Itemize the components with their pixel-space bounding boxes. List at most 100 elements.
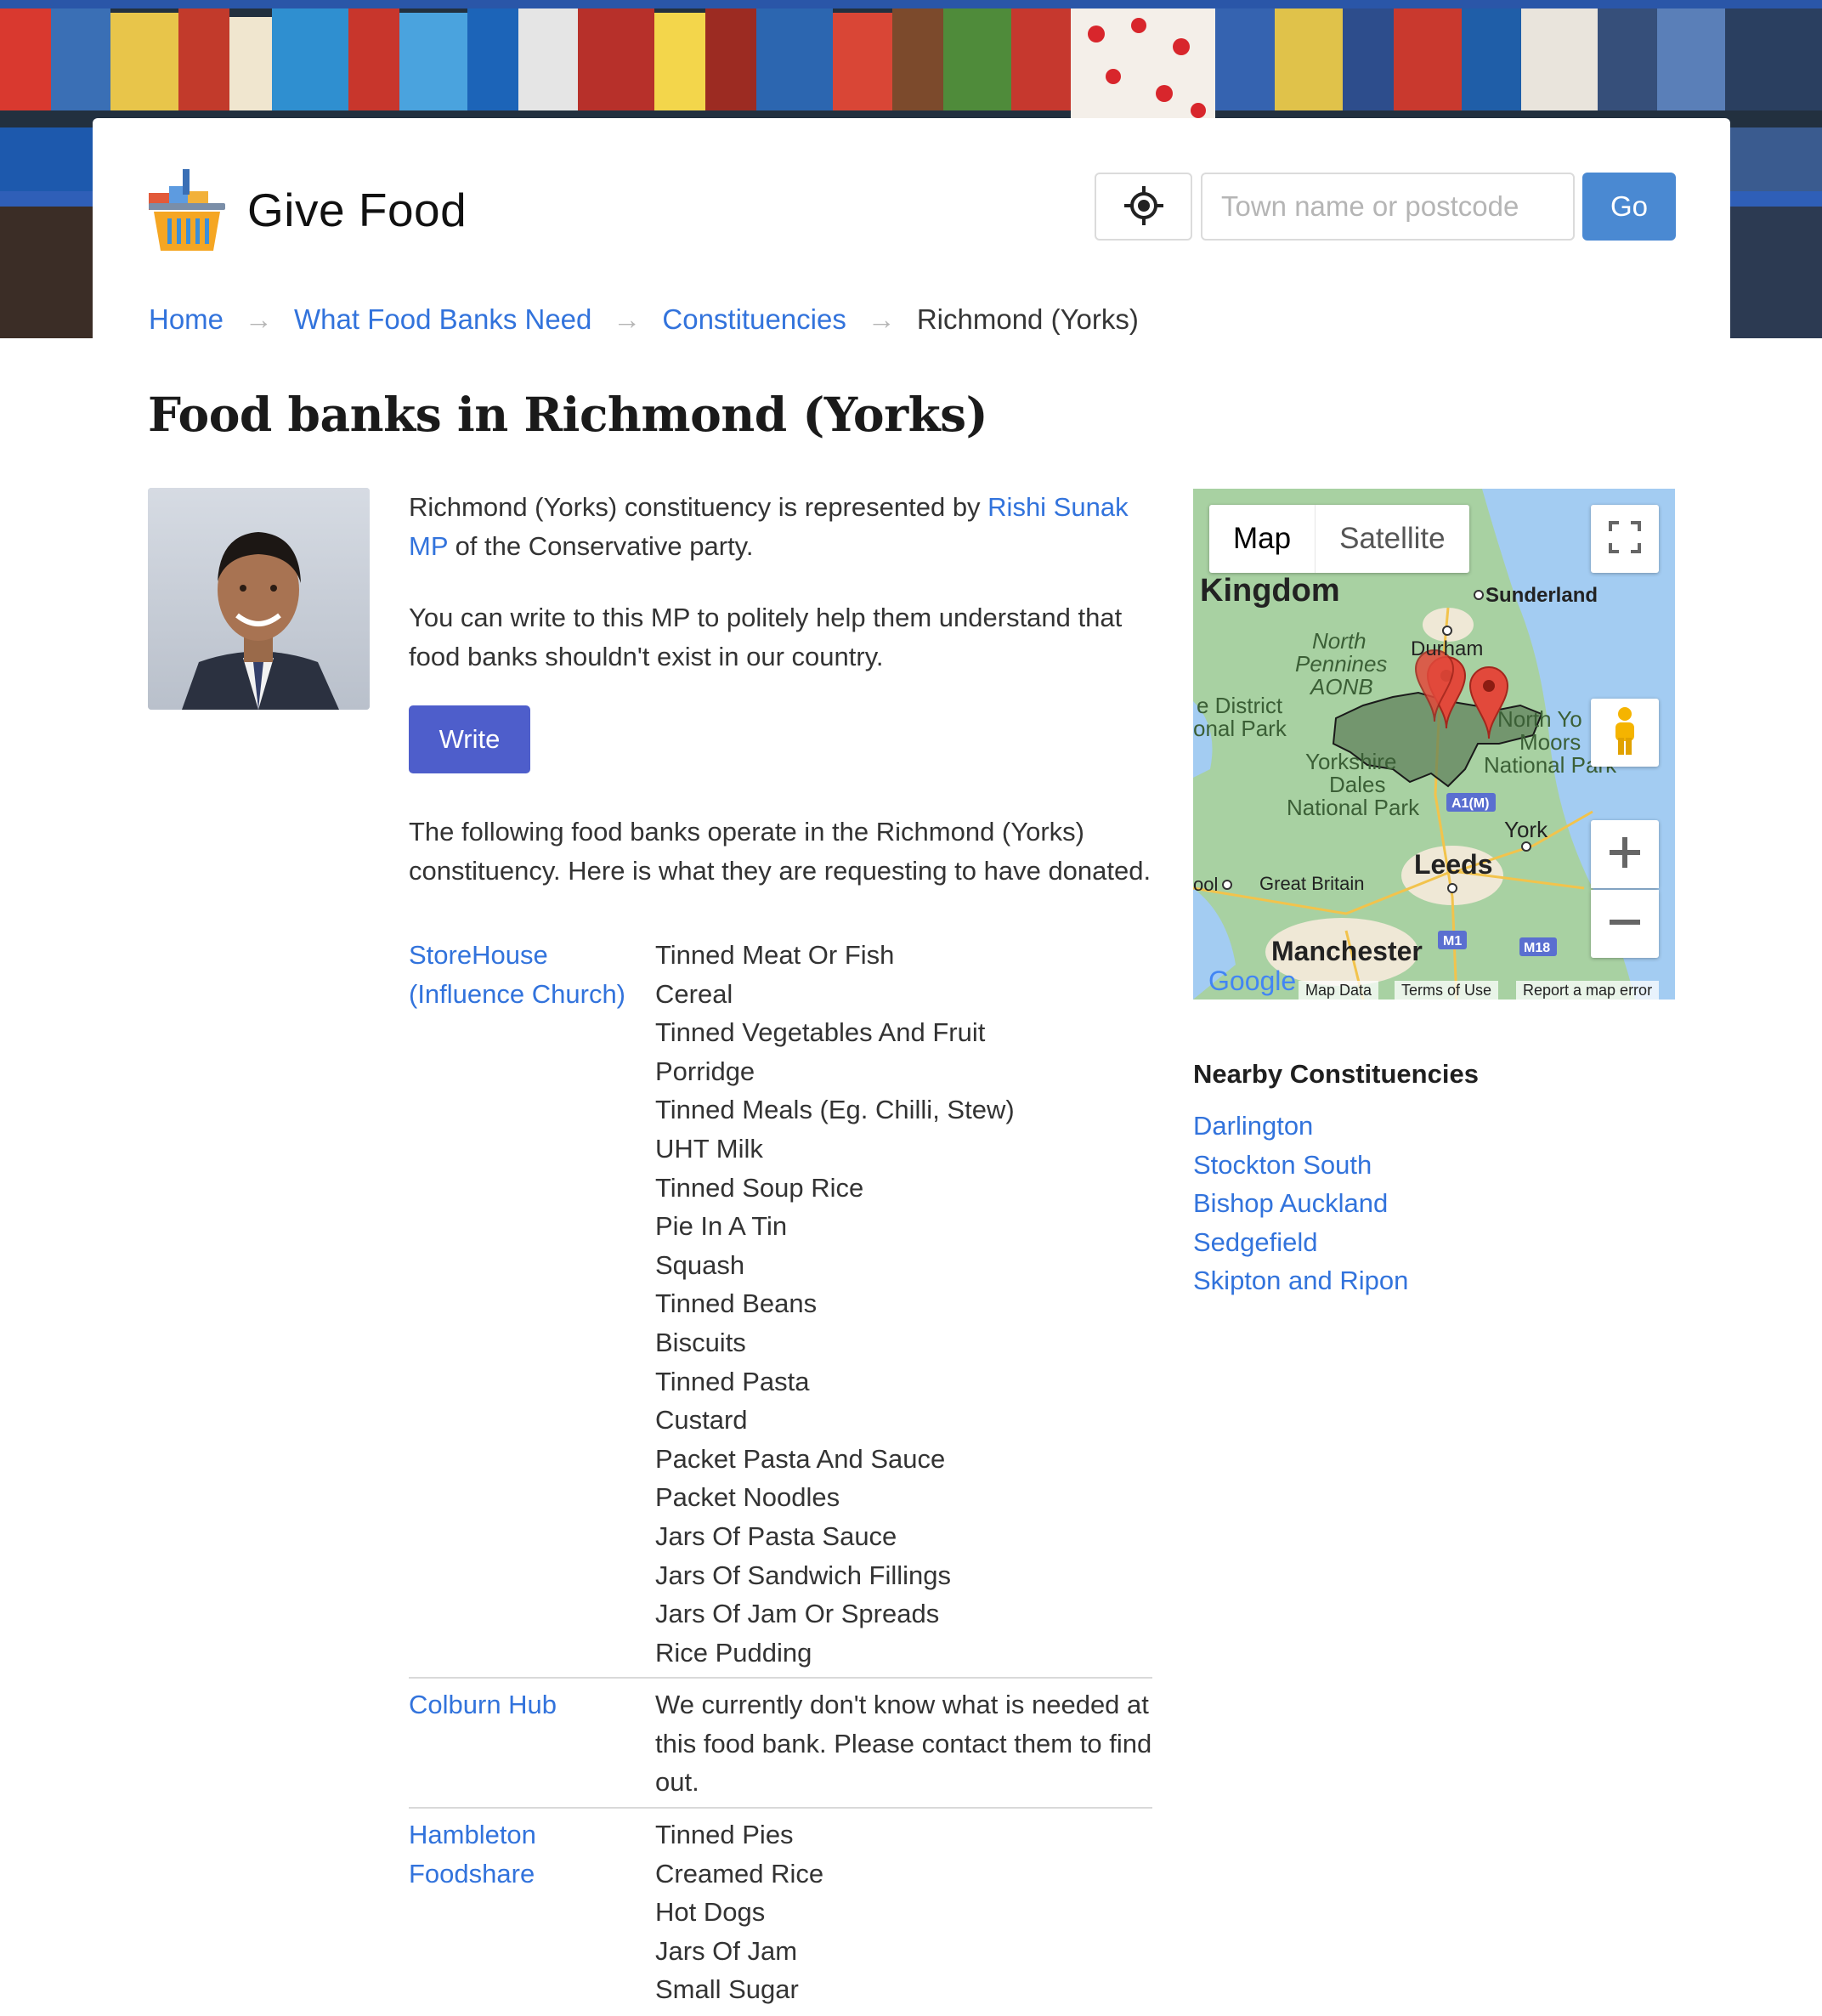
- need-item: Rice Pudding: [655, 1637, 812, 1668]
- nearby-link-stockton-south[interactable]: Stockton South: [1193, 1150, 1372, 1180]
- foodbank-link[interactable]: Hambleton Foodshare: [409, 1820, 536, 1889]
- basket-icon: [149, 169, 225, 251]
- svg-text:Yorkshire: Yorkshire: [1305, 749, 1396, 774]
- need-item: UHT Milk: [655, 1133, 763, 1164]
- write-button[interactable]: Write: [409, 705, 530, 773]
- nearby-link-darlington[interactable]: Darlington: [1193, 1111, 1313, 1141]
- need-item: Small Sugar: [655, 1974, 799, 2005]
- breadcrumb-constituencies[interactable]: Constituencies: [662, 303, 846, 336]
- breadcrumb: Home → What Food Banks Need → Constituen…: [149, 303, 1139, 336]
- need-item: Jars Of Jam: [655, 1935, 798, 1966]
- nearby-link-bishop-auckland[interactable]: Bishop Auckland: [1193, 1188, 1388, 1218]
- foodbank-link[interactable]: StoreHouse (Influence Church): [409, 940, 625, 1009]
- terms-of-use-link[interactable]: Terms of Use: [1395, 981, 1499, 1000]
- need-item: Tinned Beans: [655, 1288, 818, 1319]
- need-item: Tinned Pasta: [655, 1366, 810, 1396]
- foodbank-needs: Tinned Pies Creamed Rice Hot Dogs Jars O…: [655, 1815, 1152, 2009]
- need-item: Jars Of Jam Or Spreads: [655, 1599, 940, 1629]
- map-label: onal Park: [1193, 716, 1287, 741]
- foodbank-row: StoreHouse (Influence Church) Tinned Mea…: [409, 936, 1152, 1679]
- fullscreen-button[interactable]: [1591, 505, 1659, 573]
- map-label: Leeds: [1414, 849, 1492, 880]
- map-label: M18: [1524, 941, 1550, 955]
- map-data-link[interactable]: Map Data: [1299, 981, 1379, 1000]
- breadcrumb-separator: →: [867, 303, 896, 335]
- minus-icon: [1610, 907, 1640, 942]
- site-header: Give Food Go Home → What Food Banks Need…: [93, 118, 1730, 339]
- foodbank-row: Colburn Hub We currently don't know what…: [409, 1685, 1152, 1809]
- crosshair-icon: [1123, 185, 1163, 228]
- need-item: Hot Dogs: [655, 1897, 766, 1928]
- breadcrumb-separator: →: [613, 303, 642, 335]
- map-label: Durham: [1411, 637, 1483, 660]
- need-item: Pie In A Tin: [655, 1211, 788, 1242]
- svg-text:Dales: Dales: [1329, 772, 1385, 797]
- map-type-satellite-button[interactable]: Satellite: [1315, 505, 1469, 573]
- nearby-link-sedgefield[interactable]: Sedgefield: [1193, 1227, 1318, 1257]
- need-item: Cereal: [655, 978, 733, 1009]
- need-item: Tinned Soup Rice: [655, 1172, 864, 1203]
- breadcrumb-separator: →: [245, 303, 274, 335]
- need-item: Packet Pasta And Sauce: [655, 1443, 946, 1474]
- map-label: M1: [1443, 934, 1462, 949]
- fullscreen-icon: [1609, 520, 1641, 558]
- svg-text:National Park: National Park: [1287, 795, 1420, 820]
- nearby-constituencies: Nearby Constituencies Darlington Stockto…: [1193, 1059, 1675, 1300]
- report-map-error-link[interactable]: Report a map error: [1516, 981, 1660, 1000]
- svg-text:AONB: AONB: [1309, 674, 1373, 699]
- foodbank-row: Hambleton Foodshare Tinned Pies Creamed …: [409, 1815, 1152, 2014]
- map-label: Moors: [1519, 729, 1581, 755]
- map-label: e District: [1197, 693, 1283, 718]
- go-button[interactable]: Go: [1582, 173, 1676, 241]
- locate-me-button[interactable]: [1095, 173, 1192, 241]
- nearby-heading: Nearby Constituencies: [1193, 1059, 1479, 1089]
- map-label: North Yo: [1497, 706, 1582, 732]
- map-type-map-button[interactable]: Map: [1209, 505, 1315, 573]
- plus-icon: [1610, 836, 1640, 872]
- breadcrumb-home[interactable]: Home: [149, 303, 224, 336]
- need-item: Tinned Meat Or Fish: [655, 940, 895, 970]
- map-label: York: [1504, 817, 1548, 842]
- map-label: Kingdom: [1200, 573, 1340, 609]
- mp-photo: [148, 488, 370, 710]
- write-text: You can write to this MP to politely hel…: [409, 603, 1123, 671]
- foodbank-unknown-needs: We currently don't know what is needed a…: [655, 1690, 1152, 1798]
- need-item: Jars Of Sandwich Fillings: [655, 1560, 952, 1590]
- map-label: Sunderland: [1485, 584, 1598, 607]
- map-label: ool: [1193, 874, 1218, 895]
- breadcrumb-what-food-banks-need[interactable]: What Food Banks Need: [294, 303, 591, 336]
- foodbanks-table: StoreHouse (Influence Church) Tinned Mea…: [409, 936, 1152, 2016]
- need-item: Porridge: [655, 1056, 755, 1086]
- breadcrumb-current: Richmond (Yorks): [916, 303, 1139, 335]
- map-label: Manchester: [1271, 936, 1423, 966]
- page-title: Food banks in Richmond (Yorks): [148, 387, 988, 442]
- zoom-in-button[interactable]: [1591, 820, 1659, 888]
- foodbanks-intro: The following food banks operate in the …: [409, 817, 1151, 886]
- foodbank-needs: Tinned Meat Or Fish Cereal Tinned Vegeta…: [655, 936, 1152, 1672]
- map-label: North: [1312, 628, 1366, 654]
- need-item: Packet Noodles: [655, 1482, 840, 1513]
- map-label: A1(M): [1451, 796, 1489, 811]
- map-label: Great Britain: [1259, 873, 1365, 894]
- need-item: Tinned Vegetables And Fruit: [655, 1017, 986, 1048]
- need-item: Jars Of Pasta Sauce: [655, 1520, 897, 1551]
- main-content: Richmond (Yorks) constituency is represe…: [409, 488, 1152, 923]
- mp-intro-text: Richmond (Yorks) constituency is represe…: [409, 492, 988, 522]
- svg-text:Pennines: Pennines: [1295, 651, 1387, 677]
- constituency-map[interactable]: Kingdom Sunderland Durham North Pennines…: [1193, 489, 1675, 1000]
- need-item: Biscuits: [655, 1327, 746, 1357]
- mp-intro-text-end: of the Conservative party.: [447, 531, 754, 561]
- mp-intro: Richmond (Yorks) constituency is represe…: [409, 488, 1152, 566]
- site-name: Give Food: [247, 184, 467, 236]
- map-type-control: Map Satellite: [1209, 505, 1469, 573]
- nearby-link-skipton-and-ripon[interactable]: Skipton and Ripon: [1193, 1266, 1408, 1295]
- zoom-out-button[interactable]: [1591, 890, 1659, 958]
- street-view-button[interactable]: [1591, 699, 1659, 767]
- need-item: Custard: [655, 1405, 748, 1436]
- need-item: Tinned Pies: [655, 1820, 794, 1850]
- need-item: Tinned Meals (Eg. Chilli, Stew): [655, 1095, 1015, 1125]
- pegman-icon: [1610, 705, 1639, 761]
- site-logo[interactable]: Give Food: [149, 169, 467, 251]
- foodbank-link[interactable]: Colburn Hub: [409, 1690, 557, 1719]
- location-search-input[interactable]: [1201, 173, 1575, 241]
